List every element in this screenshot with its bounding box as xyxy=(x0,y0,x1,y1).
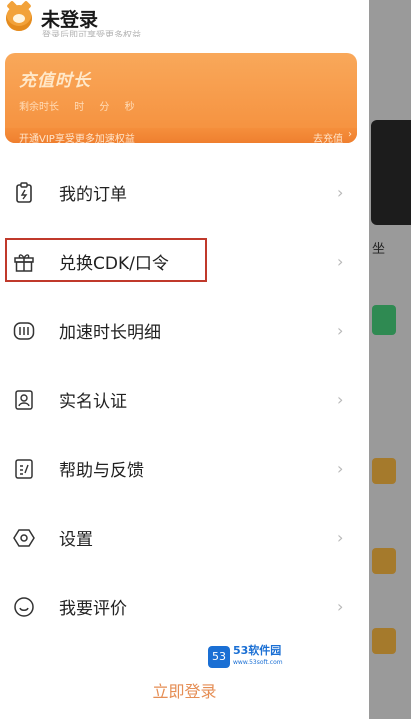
watermark-logo: 53 53软件园 www.53soft.com xyxy=(208,645,283,669)
menu-label: 我的订单 xyxy=(59,185,127,205)
background-gold-button xyxy=(372,458,396,484)
menu-label: 我要评价 xyxy=(59,599,127,619)
menu-item-settings[interactable]: 设置 › xyxy=(0,503,369,572)
side-drawer: 未登录 登录后即可享受更多权益 充值时长 剩余时长 时 分 秒 开通VIP享受更… xyxy=(0,0,369,719)
remaining-minute-unit: 分 xyxy=(99,102,110,113)
background-app xyxy=(369,0,411,719)
menu-item-redeem-cdk[interactable]: 兑换CDK/口令 › xyxy=(0,227,369,296)
menu-label: 设置 xyxy=(59,530,93,550)
menu-label: 实名认证 xyxy=(59,392,127,412)
menu-item-help-feedback[interactable]: 帮助与反馈 › xyxy=(0,434,369,503)
menu-label: 帮助与反馈 xyxy=(59,461,144,481)
background-card xyxy=(371,120,411,225)
help-feedback-icon xyxy=(13,458,35,480)
id-card-icon xyxy=(13,389,35,411)
profile-subtitle: 登录后即可享受更多权益 xyxy=(42,31,142,37)
menu-item-real-name[interactable]: 实名认证 › xyxy=(0,365,369,434)
watermark-icon: 53 xyxy=(208,646,230,668)
watermark-text: 53软件园 www.53soft.com xyxy=(233,645,283,669)
watermark-url: www.53soft.com xyxy=(233,659,283,666)
membership-card[interactable]: 充值时长 剩余时长 时 分 秒 开通VIP享受更多加速权益 去充值 › xyxy=(5,53,357,143)
remaining-second-unit: 秒 xyxy=(124,102,135,113)
chevron-right-icon: › xyxy=(337,252,344,271)
avatar[interactable] xyxy=(6,5,32,31)
menu-item-speed-detail[interactable]: 加速时长明细 › xyxy=(0,296,369,365)
chevron-right-icon: › xyxy=(337,183,344,202)
order-icon xyxy=(13,181,35,204)
watermark-brand: 53软件园 xyxy=(233,644,282,657)
chevron-right-icon: › xyxy=(337,597,344,616)
chevron-right-icon: › xyxy=(337,321,344,340)
remaining-label: 剩余时长 xyxy=(19,102,59,113)
background-text: 坐 xyxy=(372,242,386,257)
chevron-right-icon: › xyxy=(337,459,344,478)
remaining-time: 剩余时长 时 分 秒 xyxy=(19,98,147,113)
settings-icon xyxy=(13,527,35,549)
background-gold-button xyxy=(372,628,396,654)
card-title: 充值时长 xyxy=(19,71,91,91)
chevron-right-icon: › xyxy=(337,390,344,409)
chevron-right-icon: › xyxy=(337,528,344,547)
menu-item-orders[interactable]: 我的订单 › xyxy=(0,158,369,227)
gift-icon xyxy=(13,251,35,273)
background-gold-button xyxy=(372,548,396,574)
menu-item-review[interactable]: 我要评价 › xyxy=(0,572,369,641)
login-button[interactable]: 立即登录 xyxy=(0,678,369,702)
background-green-button xyxy=(372,305,396,335)
speed-detail-icon xyxy=(13,320,35,342)
review-icon xyxy=(13,596,35,618)
chevron-right-icon: › xyxy=(348,129,352,140)
menu-label: 兑换CDK/口令 xyxy=(59,254,169,274)
remaining-hour-unit: 时 xyxy=(74,102,85,113)
recharge-link[interactable]: 去充值 xyxy=(313,130,343,143)
card-hint: 开通VIP享受更多加速权益 xyxy=(19,134,135,143)
menu-label: 加速时长明细 xyxy=(59,323,161,343)
